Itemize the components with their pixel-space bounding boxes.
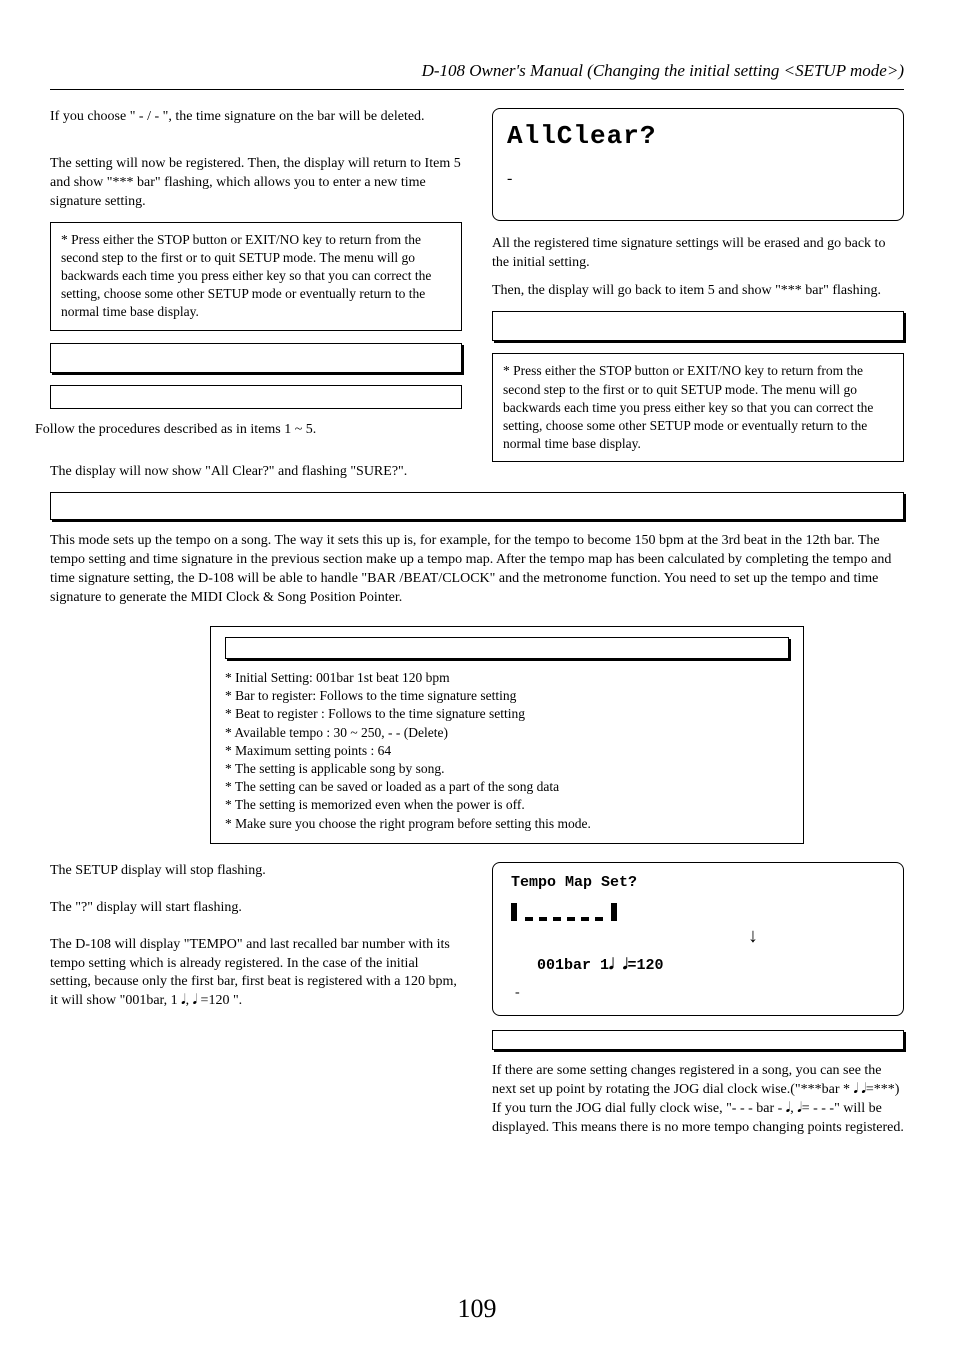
right-display-back: Then, the display will go back to item 5… xyxy=(492,282,904,301)
bar-tall-left xyxy=(511,903,517,921)
lower-right-column: Tempo Map Set? ↓ 001bar 1𝅘𝅥 𝅘𝅥=120 - If … xyxy=(492,862,904,1148)
right-note-box: * Press either the STOP button or EXIT/N… xyxy=(492,353,904,462)
lcd-tempo-map: Tempo Map Set? ↓ 001bar 1𝅘𝅥 𝅘𝅥=120 - xyxy=(492,862,904,1016)
left-shadow-box-1 xyxy=(50,343,462,373)
lcd-bar-graphic xyxy=(511,899,885,921)
right-shadow-box-1 xyxy=(492,311,904,341)
tempo-info-box: * Initial Setting: 001bar 1st beat 120 b… xyxy=(210,626,804,844)
lower-right-p1: If there are some setting changes regist… xyxy=(492,1062,904,1138)
bullet-1: * Initial Setting: 001bar 1st beat 120 b… xyxy=(225,669,789,687)
bar-tall-right xyxy=(611,903,617,921)
left-note-box: * Press either the STOP button or EXIT/N… xyxy=(50,222,462,331)
page-header: D-108 Owner's Manual (Changing the initi… xyxy=(50,60,904,83)
bullet-9: * Make sure you choose the right program… xyxy=(225,815,789,833)
bullet-3: * Beat to register : Follows to the time… xyxy=(225,705,789,723)
lcd-dash: - xyxy=(507,168,889,190)
lcd-001bar: 001bar 1𝅘𝅥 𝅘𝅥=120 xyxy=(537,956,889,976)
lower-right-shadow xyxy=(492,1030,904,1050)
page-number: 109 xyxy=(0,1291,954,1326)
bullet-8: * The setting is memorized even when the… xyxy=(225,796,789,814)
lower-left-column: The SETUP display will stop flashing. Th… xyxy=(50,862,462,1148)
lower-left-p1: The SETUP display will stop flashing. xyxy=(50,862,462,881)
left-registered-text: The setting will now be registered. Then… xyxy=(50,155,462,212)
info-inner-shadow xyxy=(225,637,789,659)
left-thin-box xyxy=(50,385,462,409)
right-erased-text: All the registered time signature settin… xyxy=(492,235,904,273)
tempo-intro: This mode sets up the tempo on a song. T… xyxy=(50,532,904,608)
header-rule xyxy=(50,89,904,90)
bullet-6: * The setting is applicable song by song… xyxy=(225,760,789,778)
arrow-down-icon: ↓ xyxy=(617,923,889,950)
bullet-5: * Maximum setting points : 64 xyxy=(225,742,789,760)
left-follow-procedures: Follow the procedures described as in it… xyxy=(35,421,462,440)
lower-left-p3: The D-108 will display "TEMPO" and last … xyxy=(50,936,462,1012)
lower-left-p2: The "?" display will start flashing. xyxy=(50,899,462,918)
full-shadow-box-1 xyxy=(50,492,904,520)
lcd-allclear: AllClear? - xyxy=(492,108,904,221)
bullet-7: * The setting can be saved or loaded as … xyxy=(225,778,789,796)
bullet-2: * Bar to register: Follows to the time s… xyxy=(225,687,789,705)
bullet-4: * Available tempo : 30 ~ 250, - - (Delet… xyxy=(225,724,789,742)
lcd-minus-2: - xyxy=(515,984,889,1003)
left-allclear-text: The display will now show "All Clear?" a… xyxy=(50,463,462,482)
lcd-tempo-title: Tempo Map Set? xyxy=(511,873,885,893)
right-column: AllClear? - All the registered time sign… xyxy=(492,108,904,492)
left-choose-dashes: If you choose " - / - ", the time signat… xyxy=(50,108,462,127)
lcd-allclear-text: AllClear? xyxy=(507,119,889,154)
left-column: If you choose " - / - ", the time signat… xyxy=(50,108,462,492)
bar-dashes xyxy=(525,917,603,921)
